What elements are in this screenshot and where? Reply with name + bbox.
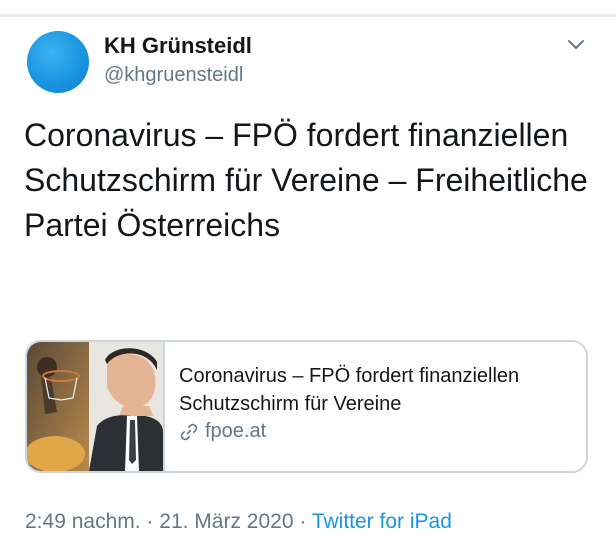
- link-card[interactable]: Coronavirus – FPÖ fordert finanziellen S…: [25, 340, 588, 473]
- meta-separator: ·: [299, 510, 307, 533]
- tweet-date[interactable]: 21. März 2020: [159, 510, 293, 533]
- card-domain[interactable]: fpoe.at: [179, 420, 579, 443]
- top-divider: [0, 14, 616, 17]
- card-title[interactable]: Coronavirus – FPÖ fordert finanziellen S…: [179, 362, 579, 418]
- card-domain-label: fpoe.at: [205, 420, 267, 442]
- tweet-source-link[interactable]: Twitter for iPad: [312, 510, 452, 533]
- chevron-down-icon[interactable]: [566, 38, 586, 52]
- card-thumbnail-image: [27, 342, 165, 471]
- link-icon: [180, 423, 198, 440]
- tweet-time[interactable]: 2:49 nachm.: [25, 510, 141, 533]
- display-name[interactable]: KH Grünsteidl: [104, 33, 252, 59]
- meta-separator: ·: [146, 510, 154, 533]
- tweet-meta: 2:49 nachm. · 21. März 2020 · Twitter fo…: [25, 510, 452, 534]
- avatar[interactable]: [27, 31, 89, 93]
- user-handle[interactable]: @khgruensteidl: [104, 64, 243, 87]
- tweet-text: Coronavirus – FPÖ fordert finanziellen S…: [24, 117, 588, 243]
